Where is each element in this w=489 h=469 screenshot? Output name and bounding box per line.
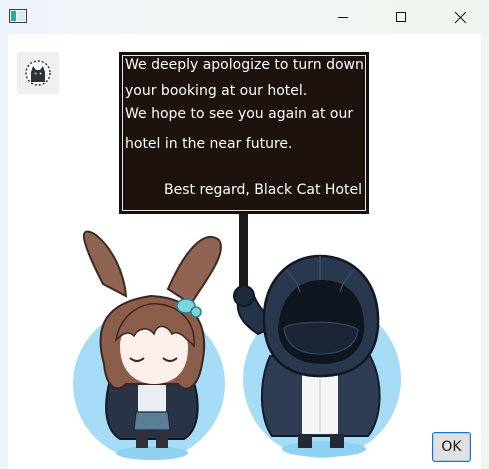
- close-icon: [454, 11, 466, 23]
- dialog-window: We deeply apologize to turn down your bo…: [0, 0, 489, 469]
- sign-line-2: your booking at our hotel.: [125, 83, 308, 99]
- sign-line-4: hotel in the near future.: [125, 136, 293, 152]
- sign-signature: Best regard, Black Cat Hotel: [164, 182, 362, 198]
- dialog-content: We deeply apologize to turn down your bo…: [8, 34, 481, 469]
- title-bar[interactable]: [0, 0, 489, 34]
- sign-line-1: We deeply apologize to turn down: [125, 57, 364, 73]
- ok-button[interactable]: OK: [432, 432, 471, 462]
- minimize-button[interactable]: [320, 0, 366, 34]
- app-icon: [9, 9, 27, 23]
- close-button[interactable]: [437, 0, 483, 34]
- maximize-button[interactable]: [378, 0, 424, 34]
- minimize-icon: [338, 17, 348, 18]
- maximize-icon: [396, 12, 406, 22]
- apology-sign: We deeply apologize to turn down your bo…: [119, 52, 369, 214]
- sign-line-3: We hope to see you again at our: [125, 106, 354, 122]
